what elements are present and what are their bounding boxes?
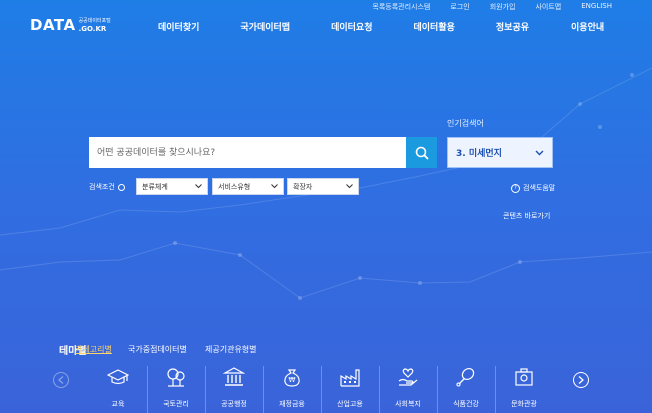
category-label: 재정금융 <box>279 400 305 408</box>
nav-item-data-usage[interactable]: 데이터활용 <box>414 20 455 33</box>
util-link-sitemap[interactable]: 사이트맵 <box>535 2 561 12</box>
popular-search-value: 3. 미세먼지 <box>456 149 502 159</box>
logo-main-text: DATA <box>30 16 76 34</box>
category-education[interactable]: 교육 <box>90 366 146 413</box>
filter-label-text: 검색조건 <box>89 183 115 191</box>
category-label: 국토관리 <box>163 400 189 408</box>
chevron-left-icon <box>58 376 64 384</box>
svg-text:₩: ₩ <box>289 376 296 384</box>
filter-label: 검색조건 <box>89 182 125 192</box>
tab-national-key-data[interactable]: 국가중점데이터별 <box>128 344 187 355</box>
logo-sub-text: 공공데이터포털 <box>78 18 111 24</box>
culture-icon <box>513 366 535 388</box>
util-link-english[interactable]: ENGLISH <box>581 2 612 12</box>
search-button[interactable] <box>406 137 437 168</box>
filter-service-type-label: 서비스유형 <box>218 182 251 191</box>
search-input[interactable] <box>89 137 406 168</box>
nav-item-data-request[interactable]: 데이터요청 <box>331 20 372 33</box>
graduation-cap-icon <box>107 366 129 388</box>
util-link-login[interactable]: 로그인 <box>450 2 469 12</box>
factory-icon <box>339 366 361 388</box>
refresh-icon[interactable] <box>117 183 125 191</box>
main-nav: 데이터찾기 국가데이터맵 데이터요청 데이터활용 정보공유 이용안내 <box>158 20 604 33</box>
search-icon <box>415 146 429 160</box>
content-shortcut-link[interactable]: 콘텐츠 바로가기 <box>503 211 550 221</box>
money-bag-icon: ₩ <box>281 366 303 388</box>
filter-extension-label: 확장자 <box>293 182 313 191</box>
tab-provider-type[interactable]: 제공기관유형별 <box>205 344 257 355</box>
search-box <box>89 137 406 168</box>
hand-heart-icon <box>397 366 419 388</box>
chevron-down-icon <box>195 184 202 189</box>
filter-category-select[interactable]: 분류체계 <box>136 178 208 195</box>
carousel-next-button[interactable] <box>573 372 589 388</box>
category-industry-employment[interactable]: 산업고용 <box>322 366 378 413</box>
logo-sub: 공공데이터포털 .GO.KR <box>79 17 111 33</box>
filter-extension-select[interactable]: 확장자 <box>287 178 359 195</box>
tab-category[interactable]: 카테고리별 <box>75 344 112 355</box>
government-building-icon <box>223 366 245 388</box>
help-icon: ? <box>511 183 520 193</box>
chevron-down-icon <box>535 150 544 155</box>
category-food-health[interactable]: 식품건강 <box>438 366 494 413</box>
logo-domain-text: .GO.KR <box>78 25 107 33</box>
chicken-leg-icon <box>455 366 477 388</box>
category-label: 사회복지 <box>395 400 421 408</box>
category-label: 교육 <box>111 400 125 408</box>
search-help-link[interactable]: ? 검색도움말 <box>511 183 555 193</box>
nav-item-data-search[interactable]: 데이터찾기 <box>158 20 199 33</box>
category-label: 문화관광 <box>511 400 537 408</box>
nav-item-usage-guide[interactable]: 이용안내 <box>571 20 604 33</box>
nav-item-national-data-map[interactable]: 국가데이터맵 <box>240 20 290 33</box>
carousel-prev-button[interactable] <box>53 372 69 388</box>
popular-search-label: 인기검색어 <box>447 119 484 128</box>
filter-category-label: 분류체계 <box>142 182 168 191</box>
homepage: 목록등록관리시스템 로그인 회원가입 사이트맵 ENGLISH DATA 공공데… <box>0 0 652 413</box>
category-land-management[interactable]: 국토관리 <box>148 366 204 413</box>
site-logo[interactable]: DATA 공공데이터포털 .GO.KR <box>30 17 111 33</box>
utility-links: 목록등록관리시스템 로그인 회원가입 사이트맵 ENGLISH <box>372 2 612 12</box>
category-public-administration[interactable]: 공공행정 <box>206 366 262 413</box>
category-label: 식품건강 <box>453 400 479 408</box>
chevron-down-icon <box>346 184 353 189</box>
util-link-signup[interactable]: 회원가입 <box>490 2 516 12</box>
category-finance[interactable]: ₩ 재정금융 <box>264 366 320 413</box>
trees-icon <box>165 366 187 388</box>
category-label: 산업고용 <box>337 400 363 408</box>
nav-item-info-sharing[interactable]: 정보공유 <box>496 20 529 33</box>
chevron-down-icon <box>271 184 278 189</box>
search-help-text: 검색도움말 <box>523 184 556 192</box>
popular-search-select[interactable]: 3. 미세먼지 <box>447 137 553 168</box>
category-label: 공공행정 <box>221 400 247 408</box>
filter-service-type-select[interactable]: 서비스유형 <box>212 178 284 195</box>
category-culture-tourism[interactable]: 문화관광 <box>496 366 552 413</box>
category-social-welfare[interactable]: 사회복지 <box>380 366 436 413</box>
util-link-register[interactable]: 목록등록관리시스템 <box>372 2 430 12</box>
chevron-right-icon <box>578 376 584 384</box>
